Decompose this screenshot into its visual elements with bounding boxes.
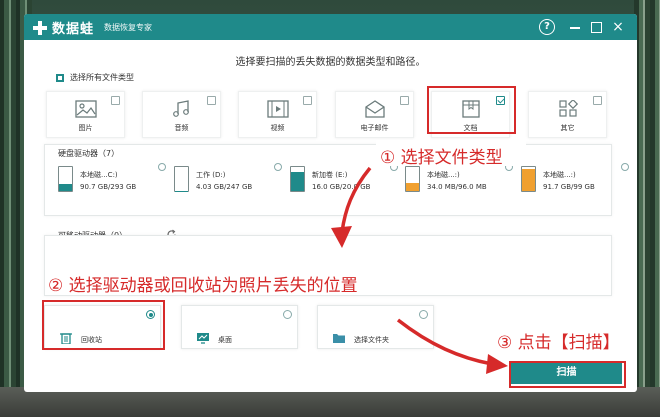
annotation-arrows — [331, 166, 508, 374]
arrow-step1 — [340, 166, 372, 233]
arrow-step1-head — [331, 226, 352, 248]
arrow-step2 — [396, 318, 493, 366]
arrow-step2-head — [486, 354, 508, 374]
